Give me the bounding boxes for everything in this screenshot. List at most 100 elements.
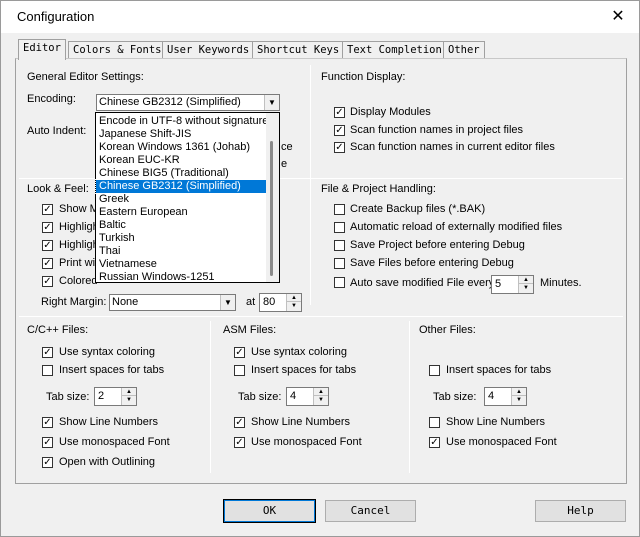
scan-project-checkbox[interactable]: ✓	[334, 125, 345, 136]
asm-tab-size-spinner[interactable]: 4 ▲ ▼	[286, 387, 329, 406]
encoding-option[interactable]: Chinese BIG5 (Traditional)	[96, 167, 266, 180]
other-tab-size-spinner[interactable]: 4 ▲ ▼	[484, 387, 527, 406]
auto-save-spinner[interactable]: 5 ▲ ▼	[491, 275, 534, 294]
colored-label: Colored	[59, 275, 98, 287]
ok-button[interactable]: OK	[223, 499, 316, 523]
encoding-option[interactable]: Japanese Shift-JIS	[96, 128, 266, 141]
vertical-divider	[310, 65, 311, 305]
cpp-outlining-label: Open with Outlining	[59, 456, 155, 468]
tab-other[interactable]: Other	[443, 41, 485, 59]
backup-checkbox[interactable]	[334, 204, 345, 215]
chevron-down-icon[interactable]: ▼	[264, 95, 279, 110]
spinner-buttons: ▲ ▼	[286, 294, 301, 311]
chevron-down-icon[interactable]: ▼	[220, 295, 235, 310]
scan-editor-label: Scan function names in current editor fi…	[350, 141, 555, 153]
configuration-dialog: Configuration ✕ Editor Colors & Fonts Us…	[0, 0, 640, 537]
asm-spaces-checkbox[interactable]	[234, 365, 245, 376]
encoding-option[interactable]: Greek	[96, 193, 266, 206]
encoding-option[interactable]: Russian Windows-1251	[96, 271, 266, 284]
cpp-line-numbers-label: Show Line Numbers	[59, 416, 159, 428]
vertical-divider	[409, 321, 410, 473]
arrow-up-icon[interactable]: ▲	[512, 388, 526, 396]
arrow-down-icon[interactable]: ▼	[519, 284, 533, 292]
auto-reload-checkbox[interactable]	[334, 222, 345, 233]
arrow-down-icon[interactable]: ▼	[314, 396, 328, 404]
encoding-option[interactable]: Encode in UTF-8 without signature	[96, 115, 268, 128]
arrow-up-icon[interactable]: ▲	[122, 388, 136, 396]
cpp-tab-size-value: 2	[98, 390, 105, 402]
other-monospaced-checkbox[interactable]: ✓	[429, 437, 440, 448]
asm-syntax-checkbox[interactable]: ✓	[234, 347, 245, 358]
close-icon[interactable]: ✕	[607, 6, 629, 28]
right-margin-value: None	[112, 296, 139, 308]
encoding-option[interactable]: Eastern European	[96, 206, 266, 219]
print-checkbox[interactable]: ✓	[42, 258, 53, 269]
cpp-tab-size-spinner[interactable]: 2 ▲ ▼	[94, 387, 137, 406]
save-project-checkbox[interactable]	[334, 240, 345, 251]
tab-user-keywords[interactable]: User Keywords	[162, 41, 255, 59]
colored-checkbox[interactable]: ✓	[42, 276, 53, 287]
highlight-checkbox[interactable]: ✓	[42, 240, 53, 251]
cpp-line-numbers-checkbox[interactable]: ✓	[42, 417, 53, 428]
cpp-spaces-checkbox[interactable]	[42, 365, 53, 376]
cpp-syntax-checkbox[interactable]: ✓	[42, 347, 53, 358]
general-settings-heading: General Editor Settings:	[27, 71, 144, 83]
other-spaces-checkbox[interactable]	[429, 365, 440, 376]
encoding-option-selected[interactable]: Chinese GB2312 (Simplified)	[95, 179, 267, 194]
asm-line-numbers-checkbox[interactable]: ✓	[234, 417, 245, 428]
tab-colors-fonts[interactable]: Colors & Fonts	[68, 41, 167, 59]
save-files-checkbox[interactable]	[334, 258, 345, 269]
other-spaces-label: Insert spaces for tabs	[446, 364, 552, 376]
dropdown-scrollbar[interactable]	[266, 113, 279, 282]
arrow-up-icon[interactable]: ▲	[314, 388, 328, 396]
encoding-option[interactable]: Vietnamese	[96, 258, 266, 271]
highlight-label: Highligh	[59, 239, 99, 251]
cpp-outlining-checkbox[interactable]: ✓	[42, 457, 53, 468]
other-line-numbers-checkbox[interactable]	[429, 417, 440, 428]
encoding-option[interactable]: Turkish	[96, 232, 266, 245]
highlight-checkbox[interactable]: ✓	[42, 222, 53, 233]
auto-reload-label: Automatic reload of externally modified …	[350, 221, 563, 233]
asm-syntax-label: Use syntax coloring	[251, 346, 347, 358]
asm-monospaced-checkbox[interactable]: ✓	[234, 437, 245, 448]
margin-column-spinner[interactable]: 80 ▲ ▼	[259, 293, 302, 312]
auto-save-value: 5	[495, 278, 502, 290]
print-label: Print wit	[59, 257, 99, 269]
encoding-select[interactable]: Chinese GB2312 (Simplified) ▼	[96, 94, 280, 111]
encoding-option[interactable]: Baltic	[96, 219, 266, 232]
tab-editor[interactable]: Editor	[18, 39, 66, 60]
arrow-down-icon[interactable]: ▼	[122, 396, 136, 404]
tab-text-completion[interactable]: Text Completion	[342, 41, 447, 59]
minutes-label: Minutes.	[540, 277, 582, 289]
other-monospaced-label: Use monospaced Font	[446, 436, 557, 448]
encoding-option[interactable]: Korean Windows 1361 (Johab)	[96, 141, 266, 154]
encoding-option[interactable]: Thai	[96, 245, 266, 258]
horizontal-divider	[19, 316, 623, 317]
cancel-button[interactable]: Cancel	[325, 500, 416, 522]
asm-files-heading: ASM Files:	[223, 324, 277, 336]
right-margin-select[interactable]: None ▼	[109, 294, 236, 311]
arrow-down-icon[interactable]: ▼	[512, 396, 526, 404]
help-button[interactable]: Help	[535, 500, 626, 522]
scan-project-label: Scan function names in project files	[350, 124, 524, 136]
title-bar: Configuration ✕	[1, 1, 639, 33]
auto-save-checkbox[interactable]	[334, 277, 345, 288]
encoding-dropdown-list[interactable]: Encode in UTF-8 without signature Japane…	[95, 112, 280, 283]
encoding-option[interactable]: Korean EUC-KR	[96, 154, 266, 167]
display-modules-checkbox[interactable]: ✓	[334, 107, 345, 118]
cpp-tab-size-label: Tab size:	[46, 391, 90, 403]
margin-column-value: 80	[263, 296, 276, 308]
obscured-text: ce	[281, 141, 293, 153]
cpp-monospaced-checkbox[interactable]: ✓	[42, 437, 53, 448]
spinner-buttons: ▲ ▼	[511, 388, 526, 405]
show-checkbox[interactable]: ✓	[42, 204, 53, 215]
arrow-down-icon[interactable]: ▼	[287, 302, 301, 310]
asm-line-numbers-label: Show Line Numbers	[251, 416, 351, 428]
other-line-numbers-label: Show Line Numbers	[446, 416, 546, 428]
scrollbar-thumb[interactable]	[270, 141, 273, 276]
scan-editor-checkbox[interactable]: ✓	[334, 142, 345, 153]
tab-shortcut-keys[interactable]: Shortcut Keys	[252, 41, 345, 59]
arrow-up-icon[interactable]: ▲	[287, 294, 301, 302]
arrow-up-icon[interactable]: ▲	[519, 276, 533, 284]
other-tab-size-value: 4	[488, 390, 495, 402]
